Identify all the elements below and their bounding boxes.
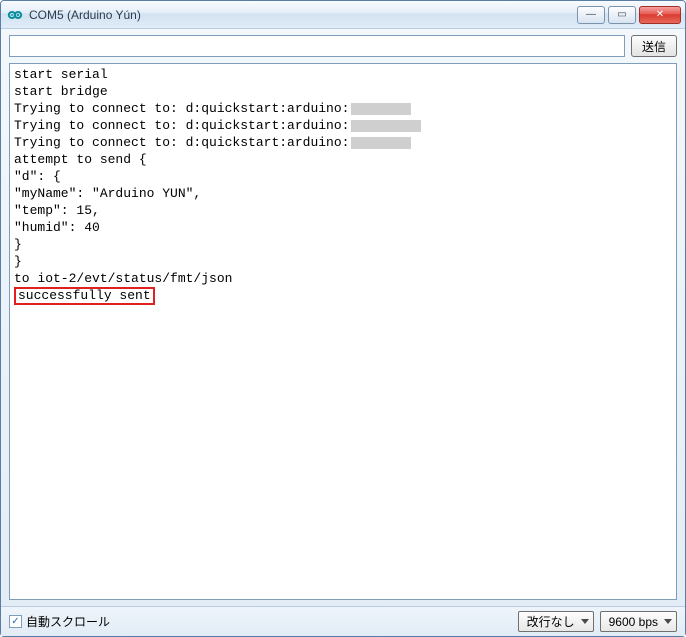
output-line: successfully sent	[14, 287, 672, 305]
window-title: COM5 (Arduino Yún)	[29, 8, 577, 22]
output-line: "d": {	[14, 168, 672, 185]
close-button[interactable]: ✕	[639, 6, 681, 24]
titlebar: COM5 (Arduino Yún) — ▭ ✕	[1, 1, 685, 29]
output-line: "humid": 40	[14, 219, 672, 236]
maximize-icon: ▭	[617, 9, 626, 20]
autoscroll-label: 自動スクロール	[26, 613, 110, 630]
output-line: Trying to connect to: d:quickstart:ardui…	[14, 117, 672, 134]
output-line: "temp": 15,	[14, 202, 672, 219]
chevron-down-icon	[581, 619, 589, 624]
highlighted-text: successfully sent	[14, 287, 155, 305]
baud-rate-value: 9600 bps	[609, 615, 658, 629]
arduino-icon	[7, 7, 23, 23]
serial-monitor-window: COM5 (Arduino Yún) — ▭ ✕ 送信 start serial…	[0, 0, 686, 637]
redacted-block	[351, 137, 411, 149]
output-line: start serial	[14, 66, 672, 83]
minimize-icon: —	[586, 9, 596, 20]
footer-bar: ✓ 自動スクロール 改行なし 9600 bps	[1, 606, 685, 636]
redacted-block	[351, 120, 421, 132]
send-row: 送信	[1, 29, 685, 63]
output-line: "myName": "Arduino YUN",	[14, 185, 672, 202]
redacted-block	[351, 103, 411, 115]
output-line: }	[14, 253, 672, 270]
maximize-button[interactable]: ▭	[608, 6, 636, 24]
autoscroll-checkbox[interactable]: ✓	[9, 615, 22, 628]
send-button[interactable]: 送信	[631, 35, 677, 57]
line-ending-value: 改行なし	[527, 613, 575, 630]
send-input[interactable]	[9, 35, 625, 57]
output-line: to iot-2/evt/status/fmt/json	[14, 270, 672, 287]
autoscroll-option[interactable]: ✓ 自動スクロール	[9, 613, 512, 630]
output-line: }	[14, 236, 672, 253]
output-line: Trying to connect to: d:quickstart:ardui…	[14, 134, 672, 151]
window-controls: — ▭ ✕	[577, 6, 681, 24]
serial-output[interactable]: start serialstart bridgeTrying to connec…	[9, 63, 677, 600]
chevron-down-icon	[664, 619, 672, 624]
minimize-button[interactable]: —	[577, 6, 605, 24]
check-icon: ✓	[11, 616, 19, 627]
baud-rate-select[interactable]: 9600 bps	[600, 611, 677, 632]
line-ending-select[interactable]: 改行なし	[518, 611, 594, 632]
output-line: Trying to connect to: d:quickstart:ardui…	[14, 100, 672, 117]
output-line: attempt to send {	[14, 151, 672, 168]
output-line: start bridge	[14, 83, 672, 100]
close-icon: ✕	[656, 9, 664, 20]
